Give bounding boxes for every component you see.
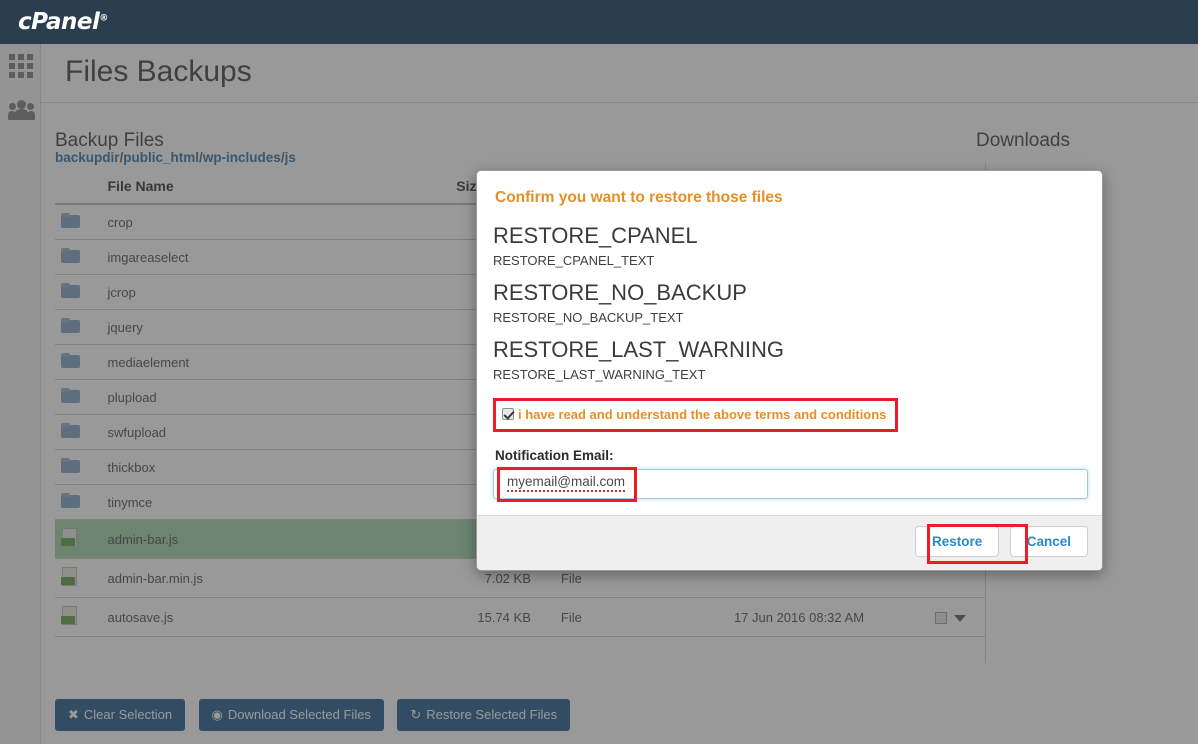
notification-email-row: myemail@mail.com (493, 467, 1088, 502)
cpanel-logo-text: cPanel (18, 9, 100, 35)
warning-title-0: RESTORE_CPANEL (493, 223, 698, 248)
terms-checkbox[interactable] (502, 408, 514, 420)
app-root: cPanel® Files Backups Backup Files D (0, 0, 1198, 744)
warning-title-2: RESTORE_LAST_WARNING (493, 337, 784, 362)
notification-email-label: Notification Email: (495, 448, 614, 463)
terms-highlight-box: i have read and understand the above ter… (493, 398, 899, 432)
warning-text-1: RESTORE_NO_BACKUP_TEXT (493, 310, 684, 325)
top-bar: cPanel® (0, 0, 1198, 44)
warning-text-2: RESTORE_LAST_WARNING_TEXT (493, 367, 706, 382)
warning-title-1: RESTORE_NO_BACKUP (493, 280, 747, 305)
registered-mark: ® (99, 13, 108, 24)
dialog-body: Confirm you want to restore those files … (477, 171, 1102, 515)
warning-section-1: RESTORE_NO_BACKUP RESTORE_NO_BACKUP_TEXT (493, 280, 1086, 325)
warning-text-0: RESTORE_CPANEL_TEXT (493, 253, 655, 268)
cpanel-logo[interactable]: cPanel® (18, 9, 108, 35)
dialog-footer: Restore Cancel (477, 515, 1102, 570)
dialog-cancel-button[interactable]: Cancel (1009, 526, 1088, 557)
dialog-heading: Confirm you want to restore those files (495, 189, 783, 206)
dialog-restore-button[interactable]: Restore (914, 526, 1000, 557)
warning-section-2: RESTORE_LAST_WARNING RESTORE_LAST_WARNIN… (493, 337, 1086, 382)
restore-confirm-dialog: Confirm you want to restore those files … (476, 170, 1103, 571)
warning-section-0: RESTORE_CPANEL RESTORE_CPANEL_TEXT (493, 223, 1086, 268)
terms-label[interactable]: i have read and understand the above ter… (518, 407, 886, 422)
notification-email-value: myemail@mail.com (507, 474, 625, 492)
